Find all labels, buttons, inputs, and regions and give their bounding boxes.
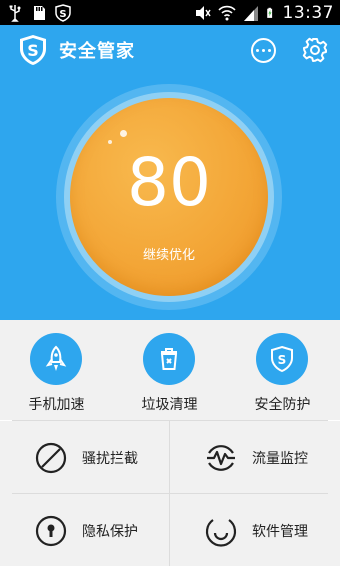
tool-label: 骚扰拦截 — [82, 451, 138, 467]
feature-junk-clean[interactable]: 垃圾清理 — [113, 320, 226, 420]
sd-card-icon — [34, 5, 45, 20]
svg-text:S: S — [278, 353, 287, 367]
dot-icon — [256, 49, 259, 52]
apps-icon — [205, 519, 237, 547]
tool-grid: 骚扰拦截 流量监控 隐私保护 软件管理 — [0, 421, 340, 566]
app-logo-icon: S — [20, 35, 46, 65]
more-options-button[interactable] — [251, 38, 276, 63]
signal-icon — [243, 5, 258, 21]
shield-icon: S — [256, 333, 308, 385]
tool-harassment-block[interactable]: 骚扰拦截 — [0, 421, 169, 493]
dot-icon — [268, 49, 271, 52]
lock-icon — [35, 515, 67, 547]
wifi-icon — [217, 5, 236, 20]
rocket-icon — [30, 333, 82, 385]
trash-can-icon — [143, 333, 195, 385]
mute-icon — [195, 5, 211, 20]
score-label: 继续优化 — [142, 248, 195, 263]
tool-label: 软件管理 — [252, 524, 308, 540]
status-bar: S 13:37 — [0, 0, 340, 25]
highlight-dot — [120, 130, 127, 137]
settings-gear-icon[interactable] — [302, 37, 328, 63]
header-panel: S 安全管家 80 继续优化 — [0, 25, 340, 320]
feature-label: 安全防护 — [254, 397, 311, 413]
dot-icon — [262, 49, 265, 52]
feature-label: 垃圾清理 — [141, 397, 198, 413]
app-title: 安全管家 — [59, 41, 135, 62]
highlight-dot — [108, 140, 112, 144]
traffic-icon — [207, 445, 235, 471]
block-icon — [35, 442, 67, 474]
optimize-score-button[interactable]: 80 继续优化 — [70, 98, 268, 296]
feature-row: 手机加速 垃圾清理 S 安全防护 — [0, 320, 340, 420]
svg-text:S: S — [59, 9, 66, 20]
feature-security[interactable]: S 安全防护 — [226, 320, 339, 420]
feature-label: 手机加速 — [28, 397, 85, 413]
grid-vertical-divider — [169, 421, 170, 566]
svg-text:S: S — [27, 41, 39, 60]
feature-phone-boost[interactable]: 手机加速 — [0, 320, 113, 420]
tool-app-manager[interactable]: 软件管理 — [170, 494, 339, 566]
tool-label: 流量监控 — [252, 451, 308, 467]
battery-icon — [266, 7, 272, 18]
score-value: 80 — [127, 144, 211, 221]
usb-icon — [9, 4, 21, 22]
tool-privacy[interactable]: 隐私保护 — [0, 494, 169, 566]
tool-label: 隐私保护 — [82, 524, 138, 540]
shield-notification-icon: S — [55, 3, 71, 22]
status-time: 13:37 — [282, 2, 334, 23]
tool-traffic-monitor[interactable]: 流量监控 — [170, 421, 339, 493]
app-bar: S 安全管家 — [0, 25, 340, 75]
